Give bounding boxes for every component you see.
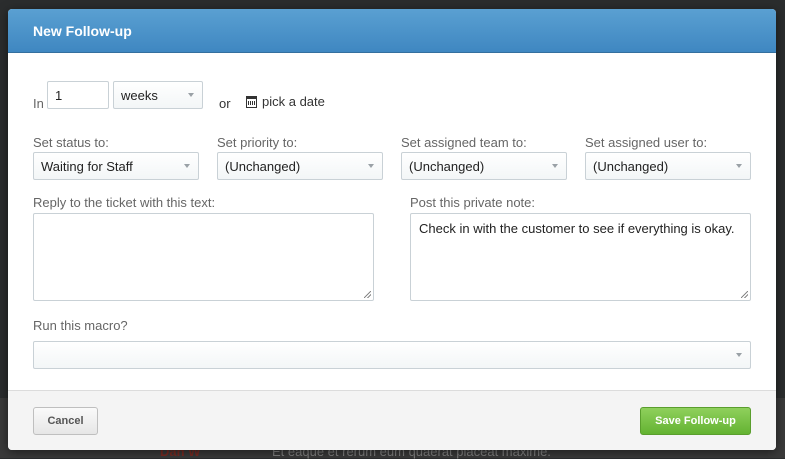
chevron-down-icon <box>736 353 742 357</box>
delay-amount-input[interactable]: 1 <box>47 81 109 109</box>
status-select[interactable]: Waiting for Staff <box>33 152 199 180</box>
resize-grip-icon[interactable] <box>364 291 371 298</box>
priority-label: Set priority to: <box>217 135 298 150</box>
note-textarea[interactable]: Check in with the customer to see if eve… <box>410 213 751 301</box>
cancel-button[interactable]: Cancel <box>33 407 98 435</box>
team-select[interactable]: (Unchanged) <box>401 152 567 180</box>
resize-grip-icon[interactable] <box>741 291 748 298</box>
user-value: (Unchanged) <box>593 159 669 174</box>
chevron-down-icon <box>188 93 194 97</box>
user-label: Set assigned user to: <box>585 135 708 150</box>
chevron-down-icon <box>184 164 190 168</box>
modal-body: In 1 weeks or pick a date Set status to:… <box>8 53 776 390</box>
status-value: Waiting for Staff <box>41 159 133 174</box>
delay-unit-select[interactable]: weeks <box>113 81 203 109</box>
or-text: or <box>219 96 231 111</box>
reply-label: Reply to the ticket with this text: <box>33 195 216 210</box>
note-label: Post this private note: <box>410 195 536 210</box>
team-value: (Unchanged) <box>409 159 485 174</box>
pick-date-label: pick a date <box>262 94 325 109</box>
note-value: Check in with the customer to see if eve… <box>419 221 735 236</box>
modal-title: New Follow-up <box>8 9 776 53</box>
in-label: In <box>33 96 44 111</box>
chevron-down-icon <box>552 164 558 168</box>
calendar-icon <box>246 95 257 108</box>
chevron-down-icon <box>368 164 374 168</box>
reply-textarea[interactable] <box>33 213 374 301</box>
team-label: Set assigned team to: <box>401 135 527 150</box>
macro-select[interactable] <box>33 341 751 369</box>
save-follow-up-button[interactable]: Save Follow-up <box>640 407 751 435</box>
user-select[interactable]: (Unchanged) <box>585 152 751 180</box>
modal-footer: Cancel Save Follow-up <box>8 390 776 450</box>
pick-date-link[interactable]: pick a date <box>246 94 325 109</box>
delay-unit-value: weeks <box>121 88 158 103</box>
chevron-down-icon <box>736 164 742 168</box>
priority-value: (Unchanged) <box>225 159 301 174</box>
follow-up-modal: New Follow-up In 1 weeks or pick a date … <box>8 9 776 450</box>
status-label: Set status to: <box>33 135 109 150</box>
priority-select[interactable]: (Unchanged) <box>217 152 383 180</box>
macro-label: Run this macro? <box>33 318 128 333</box>
